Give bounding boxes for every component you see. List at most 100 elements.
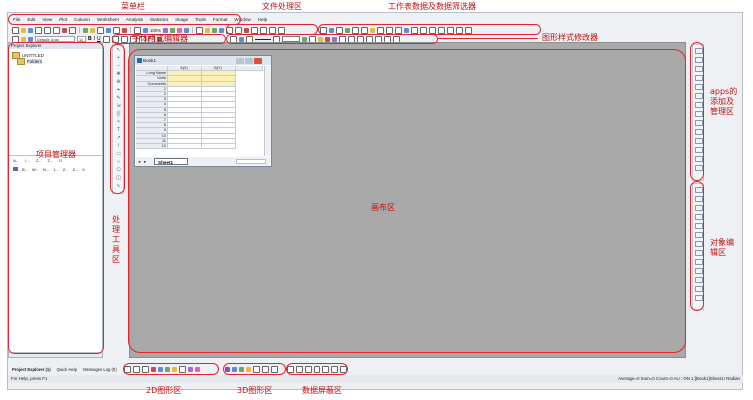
workbook-vertical-scrollbar[interactable] xyxy=(264,66,271,156)
set-error-icon[interactable] xyxy=(404,27,409,33)
tab-project-explorer[interactable]: Project Explorer (1) xyxy=(12,367,51,372)
app-icon[interactable] xyxy=(695,156,703,162)
workbook-window[interactable]: Book1 A(X) B(Y) Long Name Units Comments… xyxy=(134,55,272,167)
insert-icon[interactable] xyxy=(250,26,258,34)
subscript-icon[interactable] xyxy=(111,35,119,43)
zoom-out-tool-icon[interactable]: − xyxy=(116,64,122,69)
tab-nav-prev-icon[interactable]: ◂ xyxy=(138,159,140,165)
3d-wire-icon[interactable] xyxy=(253,365,260,373)
results-log-icon[interactable] xyxy=(169,27,175,33)
object-edit-icon[interactable] xyxy=(695,214,703,220)
object-edit-icon[interactable] xyxy=(695,187,703,193)
descriptive-icon[interactable] xyxy=(277,26,285,34)
transpose-icon[interactable] xyxy=(234,26,242,34)
recalculate-icon[interactable] xyxy=(143,27,148,33)
statistics-icon[interactable] xyxy=(218,27,224,33)
app-icon[interactable] xyxy=(695,138,703,144)
object-edit-icon[interactable] xyxy=(695,232,703,238)
menu-window[interactable]: Window xyxy=(234,17,250,22)
object-edit-icon[interactable] xyxy=(695,268,703,274)
data-selector-icon[interactable]: ⇲ xyxy=(116,104,122,109)
gradient-icon[interactable] xyxy=(332,36,337,42)
3d-scatter-icon[interactable] xyxy=(232,366,237,372)
set-z-icon[interactable] xyxy=(395,26,402,34)
tab-quick-help[interactable]: Quick Help xyxy=(57,367,77,372)
menu-help[interactable]: Help xyxy=(258,17,267,22)
object-edit-icon[interactable] xyxy=(695,241,703,247)
object-edit-icon[interactable] xyxy=(695,196,703,202)
move-right-icon[interactable] xyxy=(438,26,445,34)
symbol-color-icon[interactable] xyxy=(302,36,307,42)
pe-list-item[interactable]: B... W... N... 1... Z... Z... 0 xyxy=(10,166,102,172)
multi-panel-icon[interactable] xyxy=(195,366,200,372)
column-header-empty[interactable] xyxy=(236,66,263,72)
layer-icon[interactable] xyxy=(21,36,26,42)
screen-reader-icon[interactable]: ⊕ xyxy=(116,80,122,85)
object-edit-icon[interactable] xyxy=(695,295,703,301)
close-icon[interactable] xyxy=(254,57,262,64)
data-reader-icon[interactable]: ⌖ xyxy=(116,88,122,93)
mask-point-icon[interactable] xyxy=(287,365,294,373)
new-project-icon[interactable] xyxy=(12,26,19,34)
annotation-tool-icon[interactable]: ✎ xyxy=(116,96,122,101)
line-symbol-plot-icon[interactable] xyxy=(142,365,149,373)
code-builder-icon[interactable] xyxy=(162,27,168,33)
app-icon[interactable] xyxy=(695,102,703,108)
export-icon[interactable] xyxy=(113,26,120,34)
move-last-icon[interactable] xyxy=(456,26,463,34)
move-first-icon[interactable] xyxy=(447,26,454,34)
tab-nav-next-icon[interactable]: ▸ xyxy=(144,159,146,165)
sort-column-icon[interactable] xyxy=(361,26,368,34)
pe-col-interval[interactable]: I... xyxy=(25,158,29,164)
area-plot-icon[interactable] xyxy=(165,366,170,372)
move-left-icon[interactable] xyxy=(429,26,436,34)
tab-messages-log[interactable]: Messages Log (0) xyxy=(83,367,117,372)
delete-column-icon[interactable] xyxy=(243,27,249,33)
app-icon[interactable] xyxy=(695,75,703,81)
normalize-icon[interactable] xyxy=(268,26,276,34)
filter-clear-icon[interactable] xyxy=(336,26,343,34)
greek-icon[interactable] xyxy=(120,35,128,43)
app-icon[interactable] xyxy=(695,66,703,72)
set-disregard-icon[interactable] xyxy=(420,26,427,34)
object-edit-icon[interactable] xyxy=(695,250,703,256)
new-function-icon[interactable] xyxy=(62,27,67,33)
hide-mask-icon[interactable] xyxy=(331,365,339,373)
app-icon[interactable] xyxy=(695,57,703,63)
menu-file[interactable]: File xyxy=(13,17,20,22)
scale-tool-icon[interactable]: ✥ xyxy=(116,72,122,77)
arrow-tool-icon[interactable]: ↗ xyxy=(116,136,122,141)
pe-col-name[interactable]: N... xyxy=(13,158,19,164)
save-icon[interactable] xyxy=(28,27,33,33)
cell[interactable] xyxy=(202,144,236,150)
zoom-value[interactable]: 100% xyxy=(150,28,161,33)
scatter-plot-icon[interactable] xyxy=(133,365,140,373)
menu-view[interactable]: View xyxy=(42,17,52,22)
menu-column[interactable]: Column xyxy=(74,17,90,22)
tree-folder1[interactable]: Folder1 xyxy=(17,58,43,65)
app-icon[interactable] xyxy=(695,147,703,153)
ternary-icon[interactable] xyxy=(271,365,278,373)
new-notes-icon[interactable] xyxy=(69,26,76,34)
menu-statistics[interactable]: Statistics xyxy=(150,17,168,22)
superscript-icon[interactable] xyxy=(102,35,110,43)
app-icon[interactable] xyxy=(695,48,703,54)
object-edit-icon[interactable] xyxy=(695,286,703,292)
new-graph-icon[interactable] xyxy=(44,26,51,34)
row-header[interactable]: 12 xyxy=(136,144,168,150)
histogram-icon[interactable] xyxy=(188,366,193,372)
box-plot-icon[interactable] xyxy=(179,365,186,373)
line-tool-icon[interactable]: / xyxy=(116,144,122,149)
color-palette-icon[interactable] xyxy=(325,36,330,42)
pe-horizontal-scrollbar[interactable] xyxy=(9,352,102,357)
new-matrix-icon[interactable] xyxy=(53,26,60,34)
mask-tool-icon[interactable]: ▒ xyxy=(116,112,122,117)
set-column-values-icon[interactable] xyxy=(204,27,210,33)
line-style-icon[interactable] xyxy=(255,38,271,40)
row-stats-icon[interactable] xyxy=(352,26,359,34)
command-window-icon[interactable] xyxy=(176,27,182,33)
import-excel-icon[interactable] xyxy=(90,27,95,33)
app-icon[interactable] xyxy=(695,165,703,171)
app-icon[interactable] xyxy=(695,120,703,126)
zoom-in-tool-icon[interactable]: + xyxy=(116,56,122,61)
